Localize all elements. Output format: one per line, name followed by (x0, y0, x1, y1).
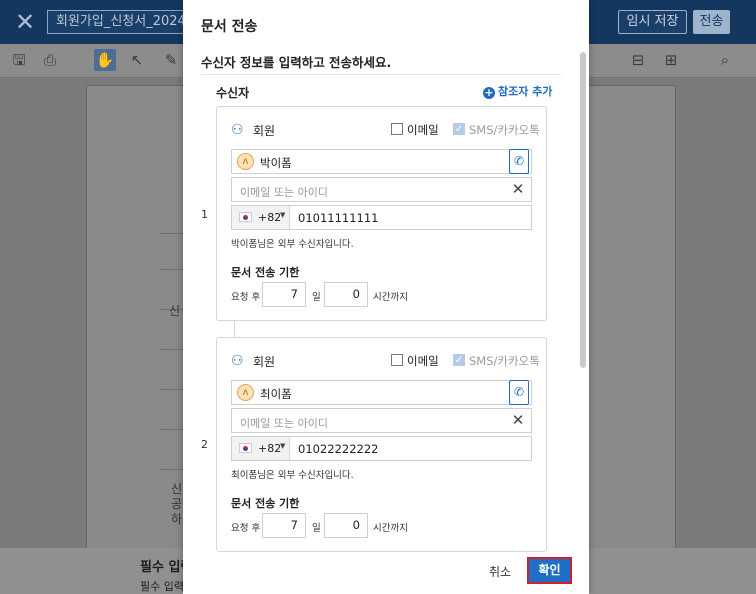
day-unit-label: 일 (312, 292, 321, 303)
person-icon: ⚇ (231, 122, 244, 138)
hand-tool-icon[interactable]: ✋ (94, 49, 116, 71)
row-label: 신 공 하 (171, 482, 183, 526)
close-icon[interactable]: ✕ (12, 9, 38, 35)
sms-option-label: SMS/카카오톡 (469, 123, 540, 137)
dialog-subtitle: 수신자 정보를 입력하고 전송하세요. (201, 55, 392, 70)
email-checkbox[interactable] (391, 354, 403, 366)
required-subtitle: 필수 입력 (140, 580, 184, 593)
email-option-label: 이메일 (407, 123, 439, 137)
plus-circle-icon: + (483, 86, 495, 99)
korea-flag-icon (239, 212, 252, 222)
recipient-type-label: 회원 (253, 355, 276, 369)
country-code-select[interactable]: +82 ▼ (232, 206, 290, 229)
divider (201, 74, 561, 75)
phone-number: 01022222222 (298, 442, 379, 456)
email-checkbox[interactable] (391, 123, 403, 135)
user-avatar-icon: ᴧ (237, 153, 254, 170)
select-tool-icon[interactable]: ↖ (126, 49, 148, 71)
recipient-name-field[interactable]: ᴧ 최이폼 ✕ (231, 380, 532, 405)
external-recipient-note: 최이폼님은 외부 수신자입니다. (231, 470, 354, 481)
card-connector (234, 320, 235, 337)
chevron-down-icon: ▼ (280, 442, 286, 450)
phone-book-button[interactable]: ✆ (509, 149, 529, 174)
phone-icon: ✆ (513, 385, 525, 399)
deadline-hours-input[interactable]: 0 (324, 282, 368, 307)
email-option-label: 이메일 (407, 354, 439, 368)
external-recipient-note: 박이폼님은 외부 수신자입니다. (231, 239, 354, 250)
chevron-down-icon: ▼ (280, 211, 286, 219)
recipient-card: ⚇ 회원 이메일 ✓ SMS/카카오톡 ᴧ 최이폼 ✕ ✆ 이메일 또는 아이디… (216, 337, 547, 552)
recipient-name-field[interactable]: ᴧ 박이폼 ✕ (231, 149, 532, 174)
day-unit-label: 일 (312, 523, 321, 534)
temp-save-button[interactable]: 임시 저장 (618, 10, 687, 34)
sms-option-label: SMS/카카오톡 (469, 354, 540, 368)
recipient-name: 박이폼 (260, 156, 292, 170)
clear-icon[interactable]: ✕ (511, 412, 525, 429)
row-label: 신 (169, 304, 181, 318)
country-code: +82 (258, 211, 282, 224)
scrollbar[interactable] (580, 52, 586, 368)
email-placeholder: 이메일 또는 아이디 (240, 417, 328, 430)
deadline-title: 문서 전송 기한 (231, 497, 300, 510)
hour-unit-label: 시간까지 (373, 292, 408, 303)
recipient-index: 2 (201, 438, 208, 451)
recipient-card: ⚇ 회원 이메일 ✓ SMS/카카오톡 ᴧ 박이폼 ✕ ✆ 이메일 또는 아이디… (216, 106, 547, 321)
document-title-field[interactable]: 회원가입_신청서_2024-1 (47, 10, 197, 34)
person-icon: ⚇ (231, 353, 244, 369)
phone-icon: ✆ (513, 154, 525, 168)
cancel-button[interactable]: 취소 (489, 563, 511, 580)
country-code-select[interactable]: +82 ▼ (232, 437, 290, 460)
dialog-title: 문서 전송 (201, 19, 258, 35)
phone-field[interactable]: +82 ▼ 01022222222 (231, 436, 532, 461)
add-reference-label: 참조자 추가 (498, 85, 553, 98)
email-field[interactable]: 이메일 또는 아이디 ✕ (231, 408, 532, 433)
country-code: +82 (258, 442, 282, 455)
pen-tool-icon[interactable]: ✎ (160, 49, 182, 71)
print-icon[interactable]: ⎙ (39, 49, 61, 71)
after-request-label: 요청 후 (231, 523, 261, 534)
save-icon[interactable]: 🖫 (8, 49, 30, 71)
user-avatar-icon: ᴧ (237, 384, 254, 401)
send-button[interactable]: 전송 (693, 10, 730, 34)
email-field[interactable]: 이메일 또는 아이디 ✕ (231, 177, 532, 202)
insert-page-icon[interactable]: ⊟ (627, 49, 649, 71)
recipient-header: 수신자 (216, 86, 250, 100)
phone-number: 01011111111 (298, 211, 379, 225)
deadline-days-input[interactable]: 7 (262, 282, 306, 307)
add-page-icon[interactable]: ⊞ (660, 49, 682, 71)
send-document-dialog: 문서 전송 수신자 정보를 입력하고 전송하세요. 수신자 + 참조자 추가 1 … (183, 0, 589, 594)
add-reference-button[interactable]: + 참조자 추가 (483, 83, 552, 99)
email-placeholder: 이메일 또는 아이디 (240, 186, 328, 199)
hour-unit-label: 시간까지 (373, 523, 408, 534)
clear-icon[interactable]: ✕ (511, 181, 525, 198)
recipient-type-label: 회원 (253, 124, 276, 138)
deadline-title: 문서 전송 기한 (231, 266, 300, 279)
phone-field[interactable]: +82 ▼ 01011111111 (231, 205, 532, 230)
sms-checkbox[interactable]: ✓ (453, 123, 465, 135)
deadline-hours-input[interactable]: 0 (324, 513, 368, 538)
phone-book-button[interactable]: ✆ (509, 380, 529, 405)
deadline-days-input[interactable]: 7 (262, 513, 306, 538)
recipient-name: 최이폼 (260, 387, 292, 401)
confirm-button[interactable]: 확인 (527, 557, 572, 584)
korea-flag-icon (239, 443, 252, 453)
recipient-index: 1 (201, 208, 208, 221)
search-icon[interactable]: ⌕ (714, 49, 736, 71)
sms-checkbox[interactable]: ✓ (453, 354, 465, 366)
after-request-label: 요청 후 (231, 292, 261, 303)
